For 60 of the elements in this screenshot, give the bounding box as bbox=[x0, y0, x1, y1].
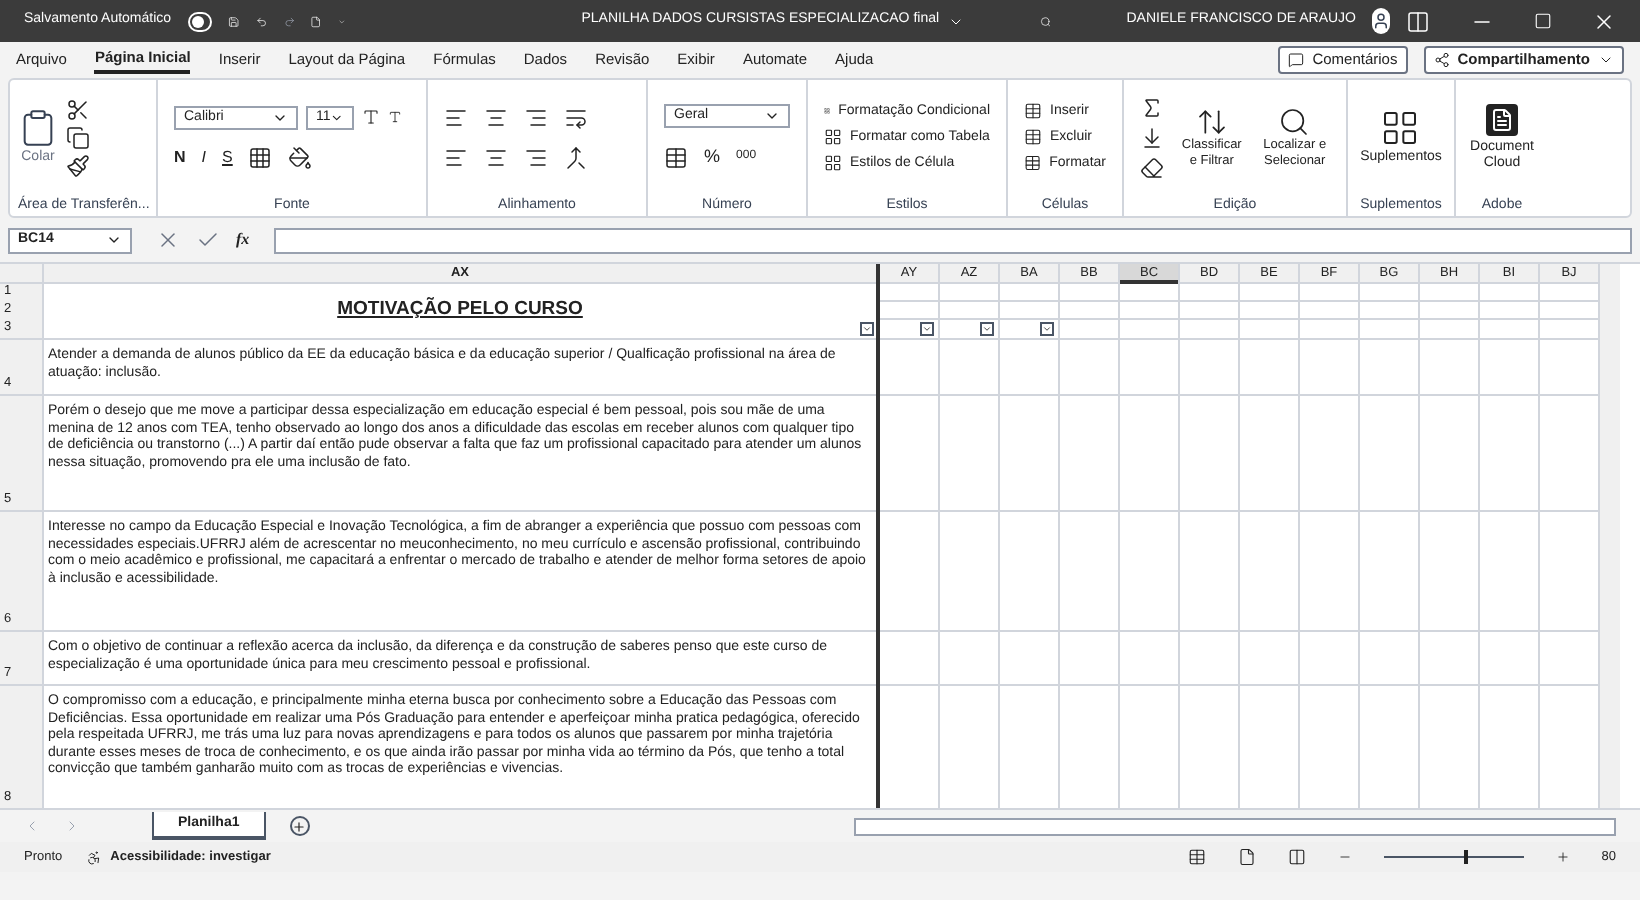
fill-icon bbox=[1140, 125, 1164, 150]
search-icon bbox=[1278, 105, 1311, 138]
cancel-icon bbox=[156, 228, 180, 252]
merge-icon bbox=[564, 145, 588, 170]
grid-icon bbox=[1380, 107, 1421, 147]
ribbon-display-icon bbox=[1406, 9, 1430, 33]
filter-dropdown-icon[interactable] bbox=[980, 322, 994, 336]
normal-view-icon bbox=[1187, 848, 1206, 866]
autosave-toggle[interactable] bbox=[187, 11, 213, 31]
underline-button[interactable]: S bbox=[222, 145, 233, 170]
filter-dropdown-icon[interactable] bbox=[860, 322, 874, 336]
zoom-slider-thumb[interactable] bbox=[1463, 850, 1468, 864]
zoom-in-icon bbox=[1555, 850, 1570, 864]
align-right-icon bbox=[524, 145, 548, 170]
align-top-icon bbox=[444, 105, 468, 130]
percent-button[interactable]: % bbox=[704, 144, 721, 171]
insert-function-button[interactable]: fx bbox=[236, 228, 250, 252]
filter-dropdown-icon[interactable] bbox=[1040, 322, 1054, 336]
grow-font-icon[interactable] bbox=[362, 108, 380, 127]
formula-field[interactable] bbox=[273, 227, 1632, 253]
previous-sheet-icon bbox=[24, 818, 40, 834]
avatar-icon bbox=[1372, 8, 1390, 34]
wrap-text-icon bbox=[564, 105, 588, 130]
filter-dropdown-icon[interactable] bbox=[920, 322, 934, 336]
align-middle-icon bbox=[484, 105, 508, 130]
fill-color-icon bbox=[288, 145, 313, 170]
document-icon bbox=[1486, 103, 1518, 136]
italic-button[interactable]: I bbox=[201, 145, 207, 170]
maximize-icon bbox=[1534, 12, 1552, 30]
sort-icon bbox=[1195, 105, 1228, 138]
clear-icon bbox=[1140, 155, 1164, 180]
horizontal-scrollbar[interactable] bbox=[853, 817, 1616, 835]
accessibility-icon bbox=[86, 849, 103, 865]
comment-icon bbox=[1288, 52, 1305, 68]
shrink-font-icon[interactable] bbox=[388, 110, 402, 125]
page-layout-icon bbox=[1237, 848, 1256, 866]
cut-icon bbox=[66, 97, 90, 122]
cells-icon bbox=[1024, 154, 1042, 173]
borders-icon bbox=[248, 145, 273, 170]
next-sheet-icon bbox=[64, 818, 80, 834]
cells-icon bbox=[1024, 128, 1042, 147]
share-icon bbox=[1433, 52, 1450, 68]
caret-icon bbox=[1598, 52, 1614, 68]
cells-icon bbox=[1024, 102, 1042, 121]
caret-icon bbox=[764, 108, 780, 124]
caret-icon bbox=[106, 232, 122, 248]
sheet-title: MOTIVAÇÃO PELO CURSO bbox=[337, 296, 583, 325]
close-icon bbox=[1592, 9, 1616, 33]
vertical-scrollbar[interactable] bbox=[1600, 264, 1620, 808]
align-left-icon bbox=[444, 145, 468, 170]
align-center-icon bbox=[484, 145, 508, 170]
bold-button[interactable]: N bbox=[174, 145, 186, 170]
align-bottom-icon bbox=[524, 105, 548, 130]
add-sheet-icon[interactable] bbox=[289, 816, 310, 836]
enter-icon bbox=[196, 228, 220, 252]
format-painter-icon bbox=[66, 153, 90, 178]
page-break-icon bbox=[1287, 848, 1306, 866]
zoom-out-icon bbox=[1337, 850, 1352, 864]
copy-icon bbox=[66, 125, 90, 150]
autosum-icon bbox=[1140, 95, 1164, 120]
